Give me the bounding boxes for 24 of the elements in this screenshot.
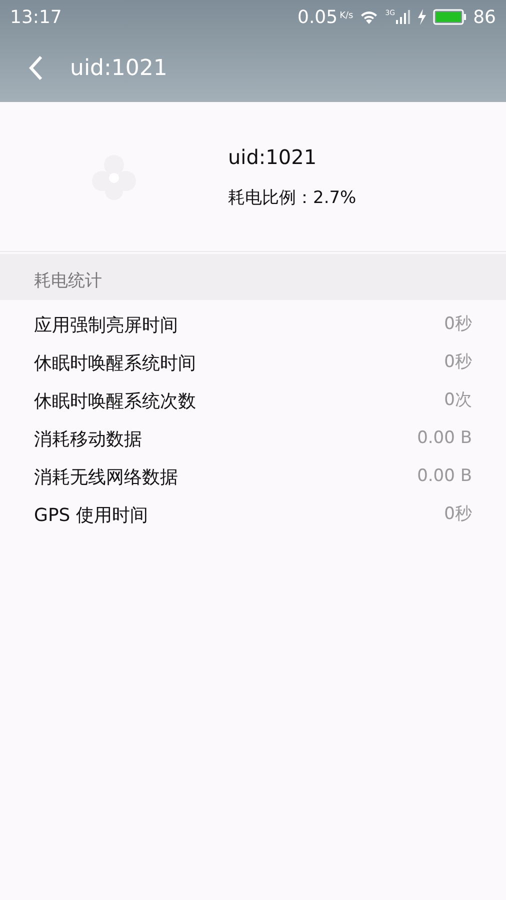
battery-icon	[433, 9, 468, 25]
stat-label: 消耗移动数据	[34, 428, 142, 452]
stat-label: 休眠时唤醒系统时间	[34, 352, 196, 376]
charging-icon	[417, 9, 428, 25]
stat-value: 0次	[444, 389, 472, 412]
stat-value: 0.00 B	[417, 465, 472, 488]
clock: 13:17	[10, 6, 62, 30]
page-title: uid:1021	[70, 54, 168, 82]
wifi-icon	[359, 9, 380, 25]
stat-label: 应用强制亮屏时间	[34, 314, 178, 338]
battery-percent: 86	[473, 6, 496, 30]
stat-value: 0秒	[444, 313, 472, 336]
net-speed: 0.05	[298, 6, 338, 30]
app-name: uid:1021	[228, 144, 318, 171]
section-title: 耗电统计	[34, 270, 102, 292]
stat-value: 0.00 B	[417, 427, 472, 450]
signal-icon	[395, 9, 412, 25]
net-speed-unit: K/s	[340, 10, 354, 24]
stat-label: 休眠时唤醒系统次数	[34, 390, 196, 414]
stat-value: 0秒	[444, 503, 472, 526]
stat-label: 消耗无线网络数据	[34, 466, 178, 490]
stat-label: GPS 使用时间	[34, 504, 148, 528]
stat-value: 0秒	[444, 351, 472, 374]
power-ratio: 耗电比例：2.7%	[228, 186, 356, 210]
